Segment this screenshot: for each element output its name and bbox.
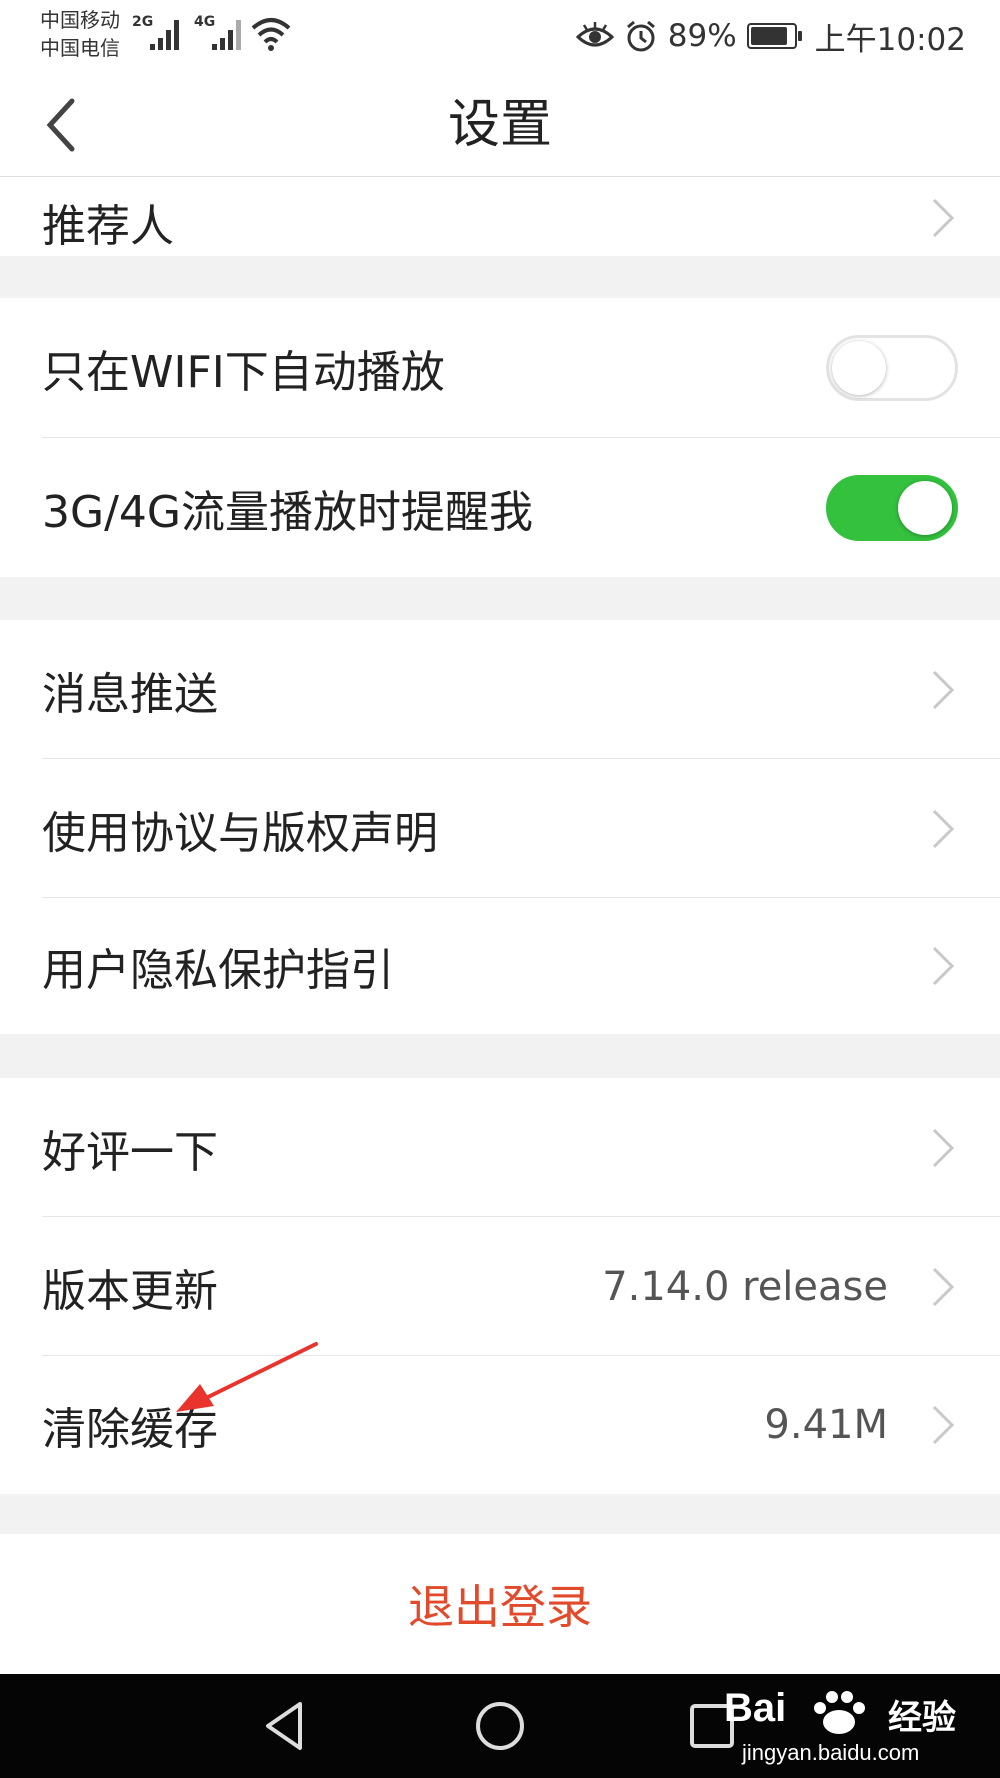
logout-label: 退出登录 [408,1580,592,1634]
logout-button[interactable]: 退出登录 [0,1534,1000,1674]
watermark-url: jingyan.baidu.com [742,1740,920,1765]
settings-row-cellular-remind[interactable]: 3G/4G流量播放时提醒我 [0,438,1000,577]
back-triangle-icon[interactable] [256,1696,316,1756]
settings-row-clear-cache[interactable]: 清除缓存 9.41M [0,1356,1000,1494]
chevron-right-icon [932,670,955,709]
toggle-knob [898,480,952,535]
chevron-right-icon [932,1267,955,1306]
row-label: 3G/4G流量播放时提醒我 [42,486,534,538]
clock: 上午10:02 [814,21,966,58]
cellular-remind-toggle[interactable] [826,474,958,541]
battery-percent: 89% [667,18,737,54]
home-circle-icon[interactable] [470,1696,530,1756]
status-right: 89% 上午10:02 [575,14,966,58]
row-label: 只在WIFI下自动播放 [42,347,445,398]
row-label: 使用协议与版权声明 [42,807,438,859]
chevron-right-icon [932,198,955,237]
row-label: 推荐人 [42,201,174,253]
cache-size-value: 9.41M [764,1402,888,1448]
settings-row-rate[interactable]: 好评一下 [0,1078,1000,1217]
carrier-1: 中国移动 [40,8,120,32]
settings-row-wifi-autoplay[interactable]: 只在WIFI下自动播放 [0,298,1000,438]
annotation-arrow-icon [176,1342,318,1412]
battery-fill [750,27,787,45]
row-label: 用户隐私保护指引 [42,945,394,996]
row-label: 版本更新 [42,1265,218,1317]
header: 设置 [0,75,1000,177]
settings-row-version[interactable]: 版本更新 7.14.0 release [0,1217,1000,1356]
baidu-watermark: Bai 经验 jingyan.baidu.com [724,1680,984,1776]
paw-icon [814,1691,865,1734]
wifi-icon [251,18,291,51]
battery-icon [746,23,802,49]
page-title: 设置 [447,95,552,155]
eye-icon [575,22,614,47]
version-value: 7.14.0 release [602,1263,888,1310]
system-nav-bar: Bai 经验 jingyan.baidu.com [0,1674,1000,1778]
settings-row-privacy[interactable]: 用户隐私保护指引 [0,898,1000,1034]
toggle-knob [832,341,886,395]
wifi-autoplay-toggle[interactable] [826,335,958,401]
alarm-icon [626,20,655,52]
chevron-right-icon [932,809,955,848]
carrier-2: 中国电信 [40,36,120,60]
row-label: 消息推送 [42,668,218,720]
watermark-brand: Bai [724,1686,787,1730]
settings-row-push[interactable]: 消息推送 [0,620,1000,759]
chevron-right-icon [932,1405,955,1445]
status-bar: 中国移动 中国电信 2G 4G 89% 上午10:02 [0,0,1000,75]
row-label: 好评一下 [42,1126,218,1178]
settings-row-agreement[interactable]: 使用协议与版权声明 [0,759,1000,898]
chevron-right-icon [932,1128,955,1167]
chevron-right-icon [932,946,955,986]
watermark-brand-cn: 经验 [888,1698,956,1738]
